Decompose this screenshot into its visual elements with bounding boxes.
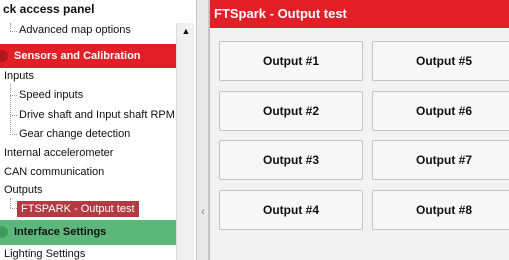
output-6-button[interactable]: Output #6 [372, 91, 509, 131]
tree-item-speed-inputs[interactable]: Speed inputs [19, 87, 83, 103]
section-interface-settings[interactable]: Interface Settings [0, 220, 176, 245]
output-5-button[interactable]: Output #5 [372, 41, 509, 81]
tree-item-drive-shaft[interactable]: Drive shaft and Input shaft RPM [19, 107, 175, 123]
output-3-button[interactable]: Output #3 [219, 140, 363, 180]
output-7-button[interactable]: Output #7 [372, 140, 509, 180]
page-title: FTSpark - Output test [210, 0, 509, 28]
panel-splitter[interactable]: ‹ [196, 0, 209, 260]
output-8-button[interactable]: Output #8 [372, 190, 509, 230]
output-test-panel: FTSpark - Output test Output #1 Output #… [209, 0, 509, 260]
section-expand-icon [0, 226, 8, 238]
tree-connector [10, 95, 17, 96]
section-sensors-calibration[interactable]: Sensors and Calibration [0, 44, 176, 68]
section-label: Interface Settings [14, 226, 107, 238]
tree-item-outputs[interactable]: Outputs [4, 182, 43, 198]
tree-connector [10, 31, 17, 32]
output-2-button[interactable]: Output #2 [219, 91, 363, 131]
panel-title: ck access panel [3, 2, 95, 16]
tree-item-can-communication[interactable]: CAN communication [4, 164, 104, 180]
tree-item-advanced-map-options[interactable]: Advanced map options [19, 23, 131, 37]
tree-connector [10, 208, 17, 209]
output-1-button[interactable]: Output #1 [219, 41, 363, 81]
tree-item-internal-accelerometer[interactable]: Internal accelerometer [4, 145, 113, 161]
tree-item-inputs[interactable]: Inputs [4, 68, 34, 84]
tree-connector [10, 84, 11, 135]
tree-item-ftspark-output-test[interactable]: FTSPARK - Output test [17, 201, 139, 217]
tree-connector [10, 198, 11, 208]
left-panel-scrollbar[interactable]: ▲ [176, 23, 194, 260]
collapse-chevron-icon[interactable]: ‹ [199, 196, 207, 226]
output-4-button[interactable]: Output #4 [219, 190, 363, 230]
quick-access-panel: ck access panel Advanced map options Sen… [0, 0, 196, 260]
section-expand-icon [0, 50, 8, 62]
tree-item-gear-change[interactable]: Gear change detection [19, 126, 130, 142]
section-label: Sensors and Calibration [14, 50, 141, 62]
tree-connector [10, 115, 17, 116]
scroll-up-arrow-icon[interactable]: ▲ [180, 25, 192, 37]
tree-connector [10, 23, 11, 31]
tree-item-lighting-settings[interactable]: Lighting Settings [4, 246, 85, 260]
tree-connector [10, 134, 17, 135]
